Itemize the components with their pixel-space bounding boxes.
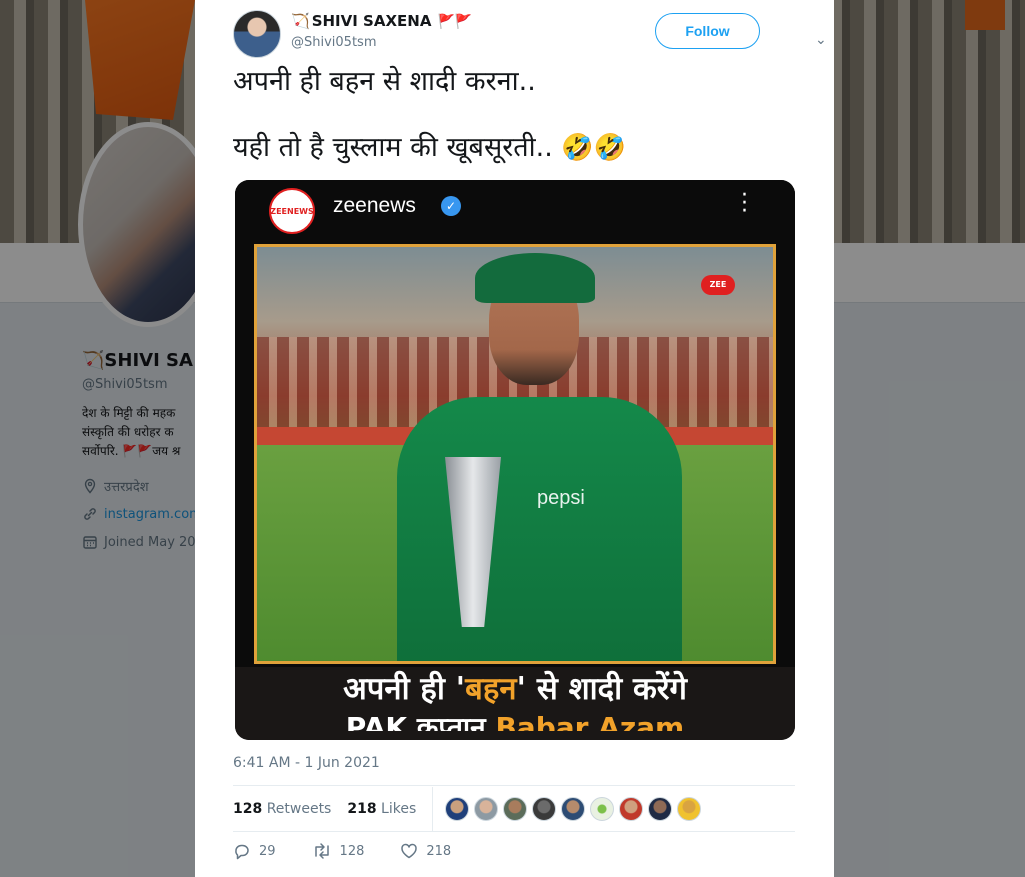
likes-stat[interactable]: 218 Likes bbox=[347, 801, 416, 817]
tweet-text-line1: अपनी ही बहन से शादी करना.. bbox=[233, 66, 536, 97]
liker-avatar[interactable] bbox=[474, 797, 499, 821]
reply-count: 29 bbox=[259, 843, 276, 859]
reply-button[interactable]: 29 bbox=[233, 842, 276, 860]
rofl-emoji: 🤣🤣 bbox=[561, 133, 627, 163]
zeenews-account-name: zeenews bbox=[333, 194, 416, 217]
liker-avatar[interactable] bbox=[503, 797, 528, 821]
zeenews-logo: ZEENEWS bbox=[269, 188, 315, 234]
tweet-stats: 128 Retweets 218 Likes bbox=[233, 787, 795, 831]
follow-button[interactable]: Follow bbox=[655, 13, 760, 49]
more-options-icon: · · · bbox=[741, 183, 748, 224]
tweet-media-image[interactable]: ZEENEWS zeenews ✓ · · · pepsi ZEE अपनी ही … bbox=[235, 180, 795, 740]
bow-arrow-icon: 🏹 bbox=[291, 12, 310, 30]
verified-badge-icon: ✓ bbox=[441, 196, 461, 216]
media-caption: अपनी ही 'बहन' से शादी करेंगे PAK कप्तान … bbox=[235, 667, 795, 740]
heart-icon bbox=[401, 843, 418, 859]
liker-avatar[interactable] bbox=[445, 797, 470, 821]
liker-avatar[interactable] bbox=[619, 797, 644, 821]
chevron-down-icon[interactable]: ⌄ bbox=[815, 32, 827, 48]
channel-bug: ZEE bbox=[701, 275, 735, 295]
liker-avatar[interactable] bbox=[532, 797, 557, 821]
retweet-button[interactable]: 128 bbox=[312, 842, 365, 860]
tweet-header: 🏹 SHIVI SAXENA 🚩🚩 @Shivi05tsm Follow ⌄ bbox=[233, 10, 827, 58]
media-instagram-header: ZEENEWS zeenews ✓ · · · bbox=[235, 180, 795, 242]
author-handle[interactable]: @Shivi05tsm bbox=[291, 35, 376, 50]
tweet-text: अपनी ही बहन से शादी करना.. यही तो है चुस… bbox=[233, 66, 798, 164]
author-avatar[interactable] bbox=[233, 10, 281, 58]
retweet-count: 128 bbox=[339, 843, 365, 859]
caption-line1: अपनी ही 'बहन' से शादी करेंगे bbox=[343, 671, 687, 707]
player-cap bbox=[475, 253, 595, 303]
tweet-modal: 🏹 SHIVI SAXENA 🚩🚩 @Shivi05tsm Follow ⌄ अपन… bbox=[195, 0, 834, 877]
flag-icon: 🚩🚩 bbox=[437, 14, 473, 30]
retweets-stat[interactable]: 128 Retweets bbox=[233, 801, 331, 817]
author-name[interactable]: 🏹 SHIVI SAXENA 🚩🚩 bbox=[291, 12, 472, 30]
author-name-text: SHIVI SAXENA bbox=[311, 12, 432, 30]
divider bbox=[432, 787, 434, 831]
reply-icon bbox=[235, 844, 249, 860]
tweet-text-line2: यही तो है चुस्लाम की खूबसूरती.. bbox=[233, 132, 553, 163]
jersey-sponsor-text: pepsi bbox=[537, 487, 585, 509]
caption-line2: PAK कप्तान Babar Azam bbox=[345, 713, 685, 731]
media-photo: pepsi ZEE bbox=[254, 244, 776, 664]
likers-avatars bbox=[445, 797, 706, 821]
player-jersey bbox=[397, 397, 682, 661]
like-button[interactable]: 218 bbox=[400, 842, 451, 860]
divider bbox=[233, 831, 795, 832]
liker-avatar[interactable] bbox=[561, 797, 586, 821]
tweet-actions: 29 128 218 bbox=[233, 842, 487, 860]
retweet-icon bbox=[314, 843, 329, 859]
liker-avatar[interactable] bbox=[648, 797, 673, 821]
liker-avatar[interactable] bbox=[590, 797, 615, 821]
tweet-timestamp[interactable]: 6:41 AM - 1 Jun 2021 bbox=[233, 755, 380, 771]
like-count: 218 bbox=[426, 843, 452, 859]
liker-avatar[interactable] bbox=[677, 797, 702, 821]
divider bbox=[233, 785, 795, 786]
